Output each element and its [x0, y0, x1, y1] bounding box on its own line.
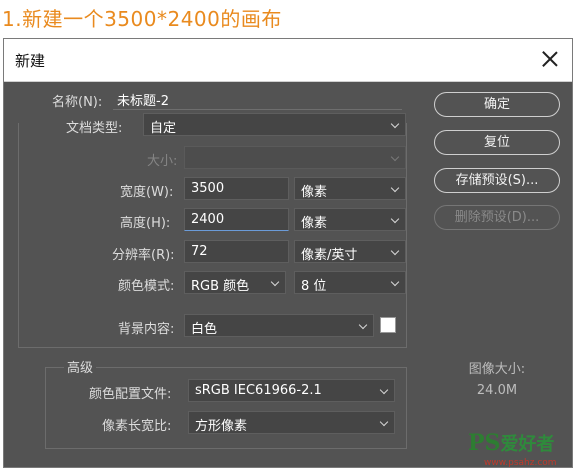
width-input[interactable]: 3500 — [184, 177, 289, 200]
chevron-down-icon — [390, 214, 400, 224]
bit-depth-value: 8 位 — [301, 279, 327, 294]
height-unit-select[interactable]: 像素 — [294, 208, 406, 231]
background-label: 背景内容: — [118, 322, 175, 337]
chevron-down-icon — [390, 119, 400, 129]
resolution-unit-select[interactable]: 像素/英寸 — [294, 240, 406, 263]
name-label: 名称(N): — [52, 95, 103, 110]
pixel-aspect-select[interactable]: 方形像素 — [188, 411, 395, 434]
delete-preset-button: 删除预设(D)... — [434, 205, 560, 230]
image-size-value: 24.0M — [476, 383, 518, 398]
color-profile-label: 颜色配置文件: — [89, 387, 172, 402]
reset-button[interactable]: 复位 — [434, 130, 560, 155]
chevron-down-icon — [379, 417, 389, 427]
height-label: 高度(H): — [120, 216, 171, 231]
image-size-label: 图像大小: — [468, 362, 526, 377]
dialog-titlebar: 新建 — [4, 39, 572, 82]
doc-type-value: 自定 — [150, 121, 177, 136]
save-preset-button[interactable]: 存储预设(S)... — [434, 168, 560, 193]
chevron-down-icon — [390, 277, 400, 287]
bit-depth-select[interactable]: 8 位 — [294, 271, 406, 294]
size-label: 大小: — [147, 154, 178, 169]
watermark-url: www.psahz.com — [484, 458, 557, 468]
name-input[interactable]: 未标题-2 — [113, 87, 402, 110]
background-color-swatch[interactable] — [380, 317, 396, 333]
chevron-down-icon — [390, 183, 400, 193]
page-heading: 1.新建一个3500*2400的画布 — [2, 7, 282, 31]
resolution-label: 分辨率(R): — [112, 248, 175, 263]
color-mode-value: RGB 颜色 — [191, 279, 250, 294]
width-label: 宽度(W): — [120, 185, 174, 200]
height-input[interactable]: 2400 — [184, 208, 289, 231]
chevron-down-icon — [390, 246, 400, 256]
close-icon[interactable] — [540, 49, 560, 69]
chevron-down-icon — [390, 152, 400, 162]
background-value: 白色 — [191, 322, 218, 337]
dialog-title: 新建 — [15, 52, 46, 70]
height-unit-value: 像素 — [301, 216, 328, 231]
chevron-down-icon — [358, 320, 368, 330]
resolution-unit-value: 像素/英寸 — [301, 248, 358, 263]
doc-type-select[interactable]: 自定 — [143, 113, 406, 136]
color-profile-select[interactable]: sRGB IEC61966-2.1 — [188, 379, 395, 402]
watermark-ps: PS — [468, 430, 501, 456]
watermark-logo: PS爱好者 — [468, 430, 554, 456]
width-unit-select[interactable]: 像素 — [294, 177, 406, 200]
background-select[interactable]: 白色 — [184, 314, 374, 337]
advanced-label: 高级 — [64, 357, 97, 376]
resolution-input[interactable]: 72 — [184, 240, 289, 263]
chevron-down-icon — [379, 385, 389, 395]
width-unit-value: 像素 — [301, 185, 328, 200]
pixel-aspect-value: 方形像素 — [195, 419, 248, 434]
pixel-aspect-label: 像素长宽比: — [102, 419, 172, 434]
doc-type-label: 文档类型: — [66, 121, 123, 136]
color-mode-label: 颜色模式: — [118, 279, 175, 294]
watermark-cn: 爱好者 — [500, 434, 555, 455]
size-select — [184, 146, 406, 169]
chevron-down-icon — [270, 277, 280, 287]
color-profile-value: sRGB IEC61966-2.1 — [195, 383, 322, 398]
color-mode-select[interactable]: RGB 颜色 — [184, 271, 286, 294]
ok-button[interactable]: 确定 — [434, 92, 560, 117]
new-document-dialog: 新建 名称(N): 未标题-2 文档类型: 自定 大小: 宽度(W): 3500… — [3, 38, 573, 468]
